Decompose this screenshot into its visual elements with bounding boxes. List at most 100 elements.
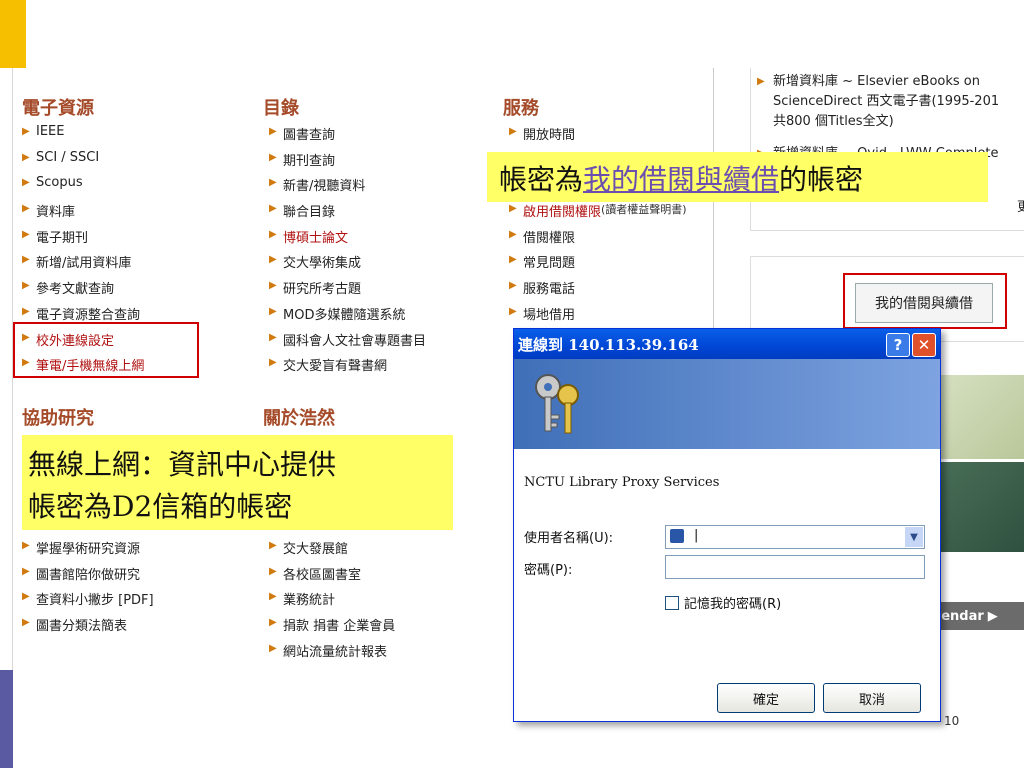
services-note: (讀者權益聲明書) [601, 203, 687, 217]
list-item[interactable]: ▶ 服務電話 [509, 278, 687, 304]
dialog-titlebar[interactable]: 連線到 140.113.39.164 ? ✕ [514, 329, 940, 359]
arrow-icon: ▶ [22, 203, 30, 215]
arrow-icon: ▶ [269, 642, 277, 654]
list-item[interactable]: ▶ 網站流量統計報表 [269, 641, 395, 667]
password-field[interactable] [665, 555, 925, 579]
list-item[interactable]: ▶ 場地借用 [509, 304, 687, 330]
list-item[interactable]: ▶ 交大愛盲有聲書網 [269, 355, 426, 381]
username-label: 使用者名稱(U): [524, 531, 614, 546]
ok-button[interactable]: 確定 [717, 683, 815, 713]
arrow-icon: ▶ [509, 203, 517, 215]
list-item[interactable]: ▶ 交大發展館 [269, 538, 395, 564]
list-item[interactable]: ▶ 圖書館陪你做研究 [22, 564, 154, 590]
list-item[interactable]: ▶ 捐款 捐書 企業會員 [269, 615, 395, 641]
list-item[interactable]: ▶ 常見問題 [509, 252, 687, 278]
close-button[interactable]: ✕ [912, 333, 936, 357]
callout-wifi-note: 無線上網：資訊中心提供 帳密為D2信箱的帳密 [22, 435, 453, 530]
highlight-box-wifi [13, 322, 199, 378]
list-item[interactable]: ▶ 借閱權限 [509, 227, 687, 253]
arrow-icon: ▶ [269, 228, 277, 240]
dialog-realm-text: NCTU Library Proxy Services [524, 475, 720, 490]
banner-image[interactable] [928, 375, 1024, 459]
list-item[interactable]: ▶ 博碩士論文 [269, 227, 426, 253]
list-item[interactable]: ▶ 查資料小撇步 [PDF] [22, 589, 154, 615]
arrow-icon: ▶ [269, 540, 277, 551]
arrow-icon: ▶ [22, 617, 30, 629]
section-title-services: 服務 [503, 98, 539, 119]
section-title-eresources: 電子資源 [22, 98, 94, 119]
list-item[interactable]: ▶ 參考文獻查詢 [22, 278, 144, 304]
arrow-icon: ▶ [22, 126, 30, 137]
arrow-icon: ▶ [757, 76, 765, 87]
callout-line: 帳密為我的借閱與續借的帳密 [499, 163, 864, 196]
arrow-icon: ▶ [269, 565, 277, 577]
arrow-icon: ▶ [269, 177, 277, 189]
list-item[interactable]: ▶ 交大學術集成 [269, 252, 426, 278]
list-item[interactable]: ▶ 聯合目錄 [269, 201, 426, 227]
arrow-icon: ▶ [269, 591, 277, 603]
list-item[interactable]: ▶ MOD多媒體隨選系統 [269, 304, 426, 330]
arrow-icon: ▶ [269, 280, 277, 292]
calendar-tab[interactable]: alendar ▶ [928, 602, 1024, 630]
arrow-icon: ▶ [22, 177, 30, 189]
list-item[interactable]: ▶ 國科會人文社會專題書目 [269, 330, 426, 356]
list-item[interactable]: ▶ 業務統計 [269, 589, 395, 615]
username-combobox[interactable]: | ▼ [665, 525, 925, 549]
chevron-right-icon: ▶ [987, 608, 998, 624]
arrow-icon: ▶ [269, 203, 277, 215]
banner-image[interactable] [928, 462, 1024, 552]
dialog-title: 連線到 140.113.39.164 [518, 336, 699, 354]
arrow-icon: ▶ [509, 254, 517, 266]
list-item[interactable]: ▶ 各校區圖書室 [269, 564, 395, 590]
checkbox-box[interactable] [665, 595, 679, 610]
arrow-icon: ▶ [509, 228, 517, 240]
research-list: ▶ 掌握學術研究資源 ▶ 圖書館陪你做研究 ▶ 查資料小撇步 [PDF] ▶ 圖書分類法… [22, 538, 154, 641]
list-item[interactable]: ▶ 新書/視聽資料 [269, 175, 426, 201]
list-item[interactable]: ▶ 啟用借閱權限 (讀者權益聲明書) [509, 201, 687, 227]
about-list: ▶ 交大發展館 ▶ 各校區圖書室 ▶ 業務統計 ▶ 捐款 捐書 企業會員 ▶ 網站流量統計… [269, 538, 395, 666]
list-item[interactable]: ▶ IEEE [22, 124, 144, 150]
arrow-icon: ▶ [509, 280, 517, 292]
arrow-icon: ▶ [269, 331, 277, 343]
news-panel: ▶ 新增資料庫 ~ Elsevier eBooks on ScienceDire… [750, 68, 1024, 231]
arrow-icon: ▶ [22, 565, 30, 577]
username-value: | [694, 528, 699, 543]
callout-link[interactable]: 我的借閱與續借 [583, 163, 779, 196]
list-item[interactable]: ▶ Scopus [22, 175, 144, 201]
list-item[interactable]: ▶ 新增/試用資料庫 [22, 252, 144, 278]
keys-icon [535, 374, 579, 434]
list-item[interactable]: ▶ 圖書分類法簡表 [22, 615, 154, 641]
list-item[interactable]: ▶ 開放時間 [509, 124, 687, 150]
arrow-icon: ▶ [269, 126, 277, 137]
arrow-icon: ▶ [269, 254, 277, 266]
help-button[interactable]: ? [886, 333, 910, 357]
user-icon [670, 529, 684, 543]
list-item[interactable]: ▶ 圖書查詢 [269, 124, 426, 150]
section-title-research: 協助研究 [22, 408, 94, 429]
slide-page-number: 10 [944, 714, 960, 728]
more-link[interactable]: 更 [1017, 198, 1024, 218]
arrow-icon: ▶ [269, 305, 277, 317]
list-item[interactable]: ▶ 電子期刊 [22, 227, 144, 253]
cancel-button[interactable]: 取消 [823, 683, 921, 713]
list-item[interactable]: ▶ SCI / SSCI [22, 150, 144, 176]
list-item[interactable]: ▶ 研究所考古題 [269, 278, 426, 304]
slide-accent-bar-top [0, 0, 26, 68]
remember-password-checkbox[interactable]: 記憶我的密碼(R) [665, 593, 781, 612]
section-title-catalog: 目錄 [263, 98, 299, 119]
arrow-icon: ▶ [22, 151, 30, 163]
list-item[interactable]: ▶ 掌握學術研究資源 [22, 538, 154, 564]
highlight-box-borrow [843, 273, 1007, 329]
section-title-about: 關於浩然 [263, 408, 335, 429]
list-item[interactable]: ▶ 期刊查詢 [269, 150, 426, 176]
arrow-icon: ▶ [22, 305, 30, 317]
chevron-down-icon[interactable]: ▼ [905, 527, 923, 547]
dialog-body: NCTU Library Proxy Services 使用者名稱(U): | … [514, 449, 940, 721]
arrow-icon: ▶ [269, 151, 277, 163]
arrow-icon: ▶ [22, 540, 30, 551]
arrow-icon: ▶ [22, 228, 30, 240]
list-item[interactable]: ▶ 資料庫 [22, 201, 144, 227]
news-item[interactable]: ▶ 新增資料庫 ~ Elsevier eBooks on ScienceDire… [757, 72, 999, 132]
password-label: 密碼(P): [524, 563, 573, 578]
arrow-icon: ▶ [22, 254, 30, 266]
